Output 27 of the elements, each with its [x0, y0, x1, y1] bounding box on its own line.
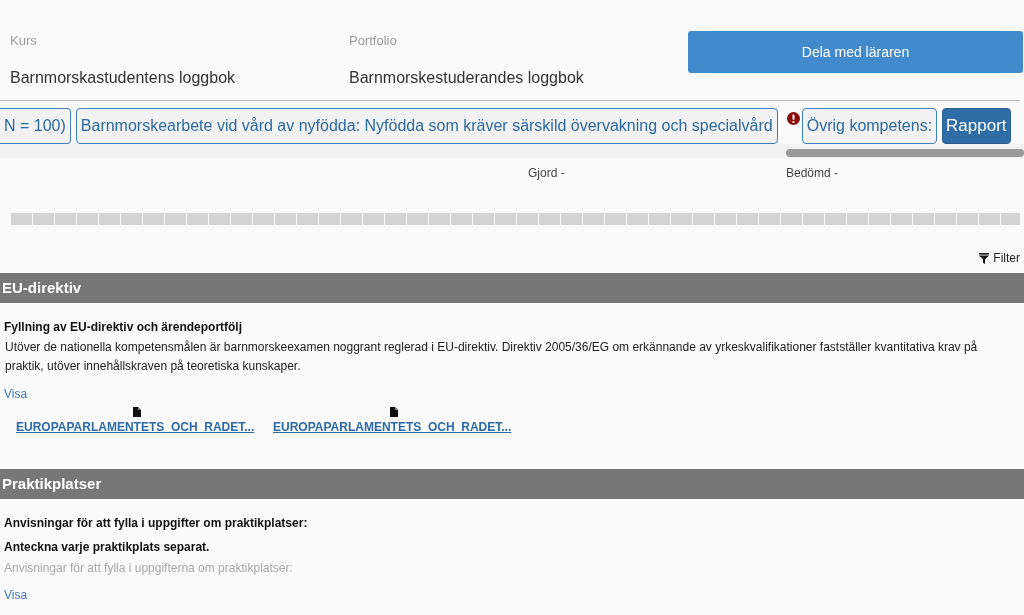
file-link[interactable]: EUROPAPARLAMENTETS_OCH_RADET... [16, 419, 255, 435]
file-link[interactable]: EUROPAPARLAMENTETS_OCH_RADET... [273, 419, 512, 435]
field-label: Kurs [10, 33, 37, 49]
field-value: Barnmorskastudentens loggbok [10, 68, 236, 88]
show-more-link[interactable]: Visa [4, 386, 28, 402]
filter-icon [979, 252, 990, 264]
scrollbar-thumb[interactable] [786, 149, 1024, 157]
share-button[interactable]: Dela med läraren [688, 31, 1023, 73]
filter-button[interactable]: Filter [979, 249, 1020, 267]
section-header: Praktikplatser [0, 469, 1024, 499]
tab[interactable]: Barnmorskearbete vid vård av nyfödda: Nyfödda som kräver särskild övervakning och specialvård [75, 108, 778, 144]
show-more-link[interactable]: Visa [4, 587, 28, 603]
assessed-label: Bedömd - [786, 165, 839, 181]
section-header: EU-direktiv [0, 273, 1024, 303]
section-subtitle: Anvisningar för att fylla i uppgifter om praktikplatser: [4, 515, 308, 531]
tab[interactable]: N = 100) [0, 108, 71, 144]
field-value: Barnmorskestuderandes loggbok [349, 68, 584, 88]
tab[interactable]: Övrig kompetens: [801, 108, 938, 144]
note-text: Anteckna varje praktikplats separat. [4, 539, 210, 555]
description-text: Utöver de nationella kompetensmålen är barnmorskeexamen noggrant reglerad i EU-direktiv. Direktiv 2005/36/EG om erkännande av yrkeskvalifikationer fastställer kvantitativa krav på praktik, utöver innehållskraven på teoretiska kunskaper. [5, 339, 979, 375]
warning-icon [786, 112, 800, 125]
document-icon [389, 407, 398, 417]
tab[interactable]: Rapport [942, 108, 1011, 144]
document-icon [132, 407, 141, 417]
field-label: Portfolio [349, 33, 397, 49]
done-label: Gjord - [528, 165, 566, 181]
section-subtitle: Fyllning av EU-direktiv och ärendeportfölj [4, 319, 243, 335]
